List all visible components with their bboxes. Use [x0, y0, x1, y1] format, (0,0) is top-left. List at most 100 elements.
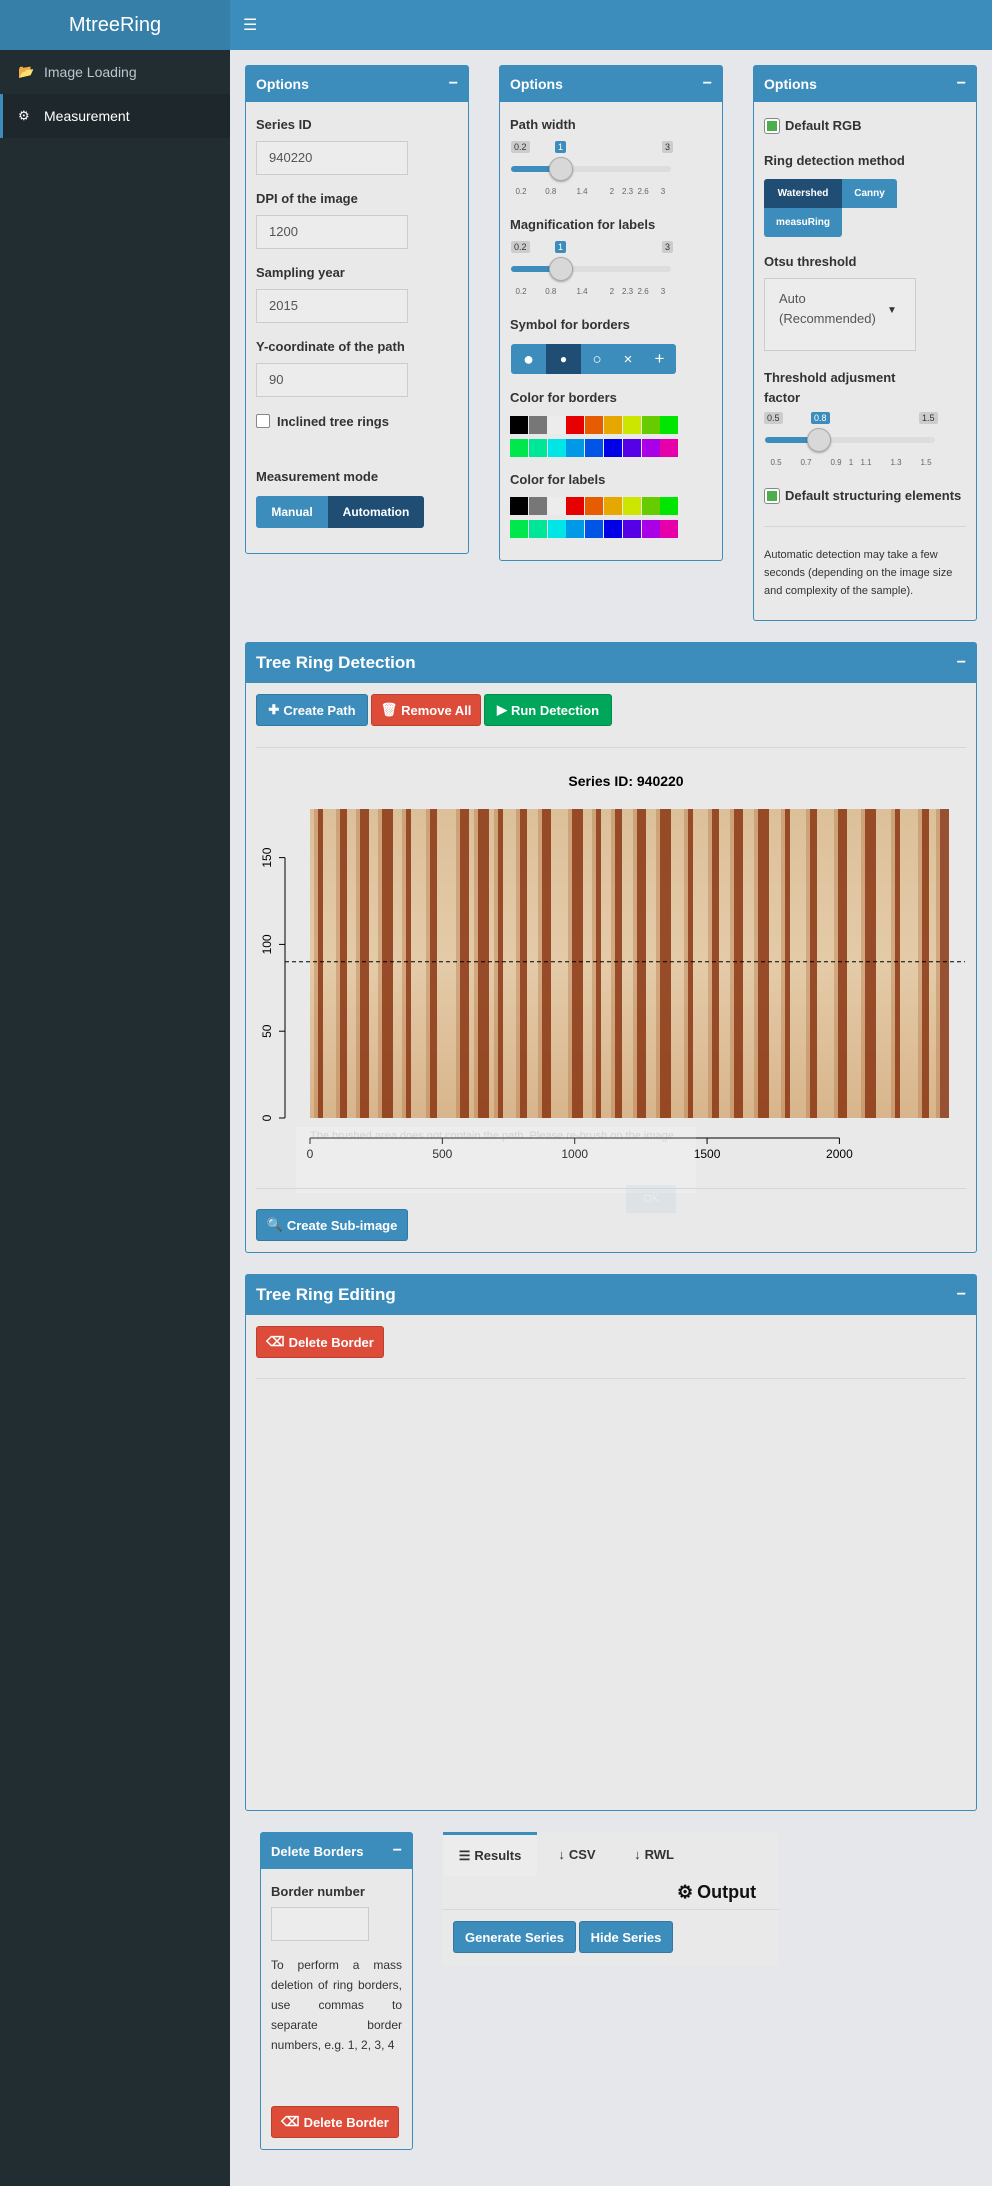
- color-swatch[interactable]: [622, 497, 641, 515]
- hide-series-button[interactable]: Hide Series: [579, 1921, 673, 1953]
- ring-band: [637, 809, 646, 1118]
- ring-shade: [633, 809, 637, 1118]
- color-swatch[interactable]: [528, 520, 547, 538]
- color-swatch[interactable]: [660, 439, 679, 457]
- ring-image-plot[interactable]: Series ID: 940220 0 500 1000 1500 2000050100…: [245, 760, 977, 1180]
- color-swatch[interactable]: [585, 497, 604, 515]
- color-swatch[interactable]: [622, 520, 641, 538]
- slider-tick-label: 1.3: [890, 458, 902, 467]
- factor-slider-handle[interactable]: [807, 428, 831, 452]
- ring-band: [596, 809, 601, 1118]
- color-swatch[interactable]: [641, 416, 660, 434]
- ring-band: [865, 809, 876, 1118]
- symbol-cross-button[interactable]: ×: [613, 344, 643, 374]
- delete-border-button[interactable]: ⌫ Delete Border: [256, 1326, 384, 1358]
- ycoord-input[interactable]: 90: [256, 363, 408, 397]
- color-swatch[interactable]: [547, 520, 566, 538]
- color-swatch[interactable]: [641, 520, 660, 538]
- path-width-slider-handle[interactable]: [549, 157, 573, 181]
- create-path-button[interactable]: ✚ Create Path: [256, 694, 368, 726]
- color-swatch[interactable]: [622, 439, 641, 457]
- collapse-icon[interactable]: −: [449, 75, 458, 93]
- ring-shade: [402, 809, 406, 1118]
- ring-band: [922, 809, 929, 1118]
- border-number-input[interactable]: [271, 1907, 369, 1941]
- ring-band: [520, 809, 527, 1118]
- slider-tick-label: 0.2: [515, 187, 527, 196]
- color-swatch[interactable]: [510, 520, 528, 538]
- color-swatch[interactable]: [547, 439, 566, 457]
- color-swatch[interactable]: [660, 520, 679, 538]
- dpi-input[interactable]: 1200: [256, 215, 408, 249]
- tab-csv[interactable]: ↓ CSV: [542, 1832, 612, 1876]
- slider-tick-label: 2.6: [637, 187, 649, 196]
- wood-sample-image: [285, 809, 965, 1118]
- ring-band: [688, 809, 693, 1118]
- symbol-filled-button[interactable]: ●: [546, 344, 581, 374]
- ring-shade: [538, 809, 542, 1118]
- collapse-icon[interactable]: −: [703, 75, 712, 93]
- tab-results[interactable]: ☰ Results: [443, 1832, 537, 1876]
- year-input[interactable]: 2015: [256, 289, 408, 323]
- color-swatch[interactable]: [585, 439, 604, 457]
- y-tick-label: 50: [260, 1024, 274, 1038]
- delete-border-button-2[interactable]: ⌫ Delete Border: [271, 2106, 399, 2138]
- color-swatch[interactable]: [585, 416, 604, 434]
- color-swatch[interactable]: [566, 439, 585, 457]
- slider-tick-label: 0.5: [770, 458, 782, 467]
- output-heading: ⚙ Output: [677, 1882, 756, 1903]
- color-swatch[interactable]: [604, 520, 622, 538]
- menu-toggle-icon[interactable]: ☰: [243, 15, 257, 35]
- method-measuring-button[interactable]: measuRing: [764, 208, 842, 237]
- struct-checkbox[interactable]: [764, 488, 780, 504]
- run-detection-button[interactable]: ▶ Run Detection: [484, 694, 612, 726]
- modal-ok-button[interactable]: OK: [626, 1185, 676, 1213]
- symbol-hollow-button[interactable]: ○: [581, 344, 613, 374]
- color-swatch[interactable]: [566, 416, 585, 434]
- mode-automation-button[interactable]: Automation: [328, 496, 424, 528]
- color-swatch[interactable]: [528, 497, 547, 515]
- collapse-icon[interactable]: −: [957, 1286, 966, 1304]
- ring-shade: [806, 809, 810, 1118]
- color-swatch[interactable]: [660, 497, 679, 515]
- sidebar-item-image-loading[interactable]: 📂 Image Loading: [0, 50, 230, 94]
- collapse-icon[interactable]: −: [957, 654, 966, 672]
- button-label: Create Path: [283, 702, 356, 718]
- ring-shade: [684, 809, 688, 1118]
- tab-rwl[interactable]: ↓ RWL: [617, 1832, 691, 1876]
- ring-shade: [781, 809, 785, 1118]
- create-subimage-button[interactable]: 🔍 Create Sub-image: [256, 1209, 408, 1241]
- color-swatch[interactable]: [604, 439, 622, 457]
- color-swatch[interactable]: [641, 439, 660, 457]
- color-swatch[interactable]: [641, 497, 660, 515]
- magnification-slider-handle[interactable]: [549, 257, 573, 281]
- color-swatch[interactable]: [547, 416, 566, 434]
- color-swatch[interactable]: [547, 497, 566, 515]
- color-swatch[interactable]: [604, 497, 622, 515]
- color-swatch[interactable]: [566, 497, 585, 515]
- symbol-plus-button[interactable]: +: [643, 344, 676, 374]
- color-swatch[interactable]: [660, 416, 679, 434]
- inclined-checkbox[interactable]: [256, 414, 270, 428]
- mode-manual-button[interactable]: Manual: [256, 496, 328, 528]
- collapse-icon[interactable]: −: [957, 75, 966, 93]
- sidebar-item-measurement[interactable]: ⚙ Measurement: [0, 94, 230, 138]
- color-swatch[interactable]: [566, 520, 585, 538]
- collapse-icon[interactable]: −: [393, 1842, 402, 1860]
- color-swatch[interactable]: [604, 416, 622, 434]
- method-canny-button[interactable]: Canny: [842, 179, 897, 208]
- color-swatch[interactable]: [528, 439, 547, 457]
- color-swatch[interactable]: [528, 416, 547, 434]
- color-swatch[interactable]: [510, 439, 528, 457]
- color-swatch[interactable]: [585, 520, 604, 538]
- method-watershed-button[interactable]: Watershed: [764, 179, 842, 208]
- color-swatch[interactable]: [510, 497, 528, 515]
- generate-series-button[interactable]: Generate Series: [453, 1921, 576, 1953]
- color-swatch[interactable]: [510, 416, 528, 434]
- series-id-input[interactable]: 940220: [256, 141, 408, 175]
- color-swatch[interactable]: [622, 416, 641, 434]
- path-width-label: Path width: [510, 117, 576, 132]
- remove-all-button[interactable]: 🗑 Remove All: [371, 694, 481, 726]
- default-rgb-checkbox[interactable]: [764, 118, 780, 134]
- symbol-filled-large-button[interactable]: ●: [511, 344, 546, 374]
